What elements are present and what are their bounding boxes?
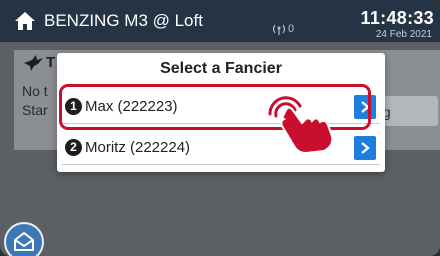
top-bar: BENZING M3 @ Loft 0 11:48:33 24 Feb 2021: [0, 0, 440, 42]
signal-indicator: 0: [272, 22, 294, 36]
dialog-title: Select a Fancier: [160, 60, 282, 77]
item-number-badge: 2: [65, 139, 82, 156]
background-text-line2: Star: [22, 102, 48, 118]
select-moritz-button[interactable]: [354, 136, 376, 160]
chevron-right-icon: [361, 101, 370, 113]
fancier-name: Max (222223): [85, 98, 178, 115]
item-number-badge: 1: [65, 98, 82, 115]
floating-action-button[interactable]: [4, 222, 44, 256]
background-heading: T: [46, 54, 56, 71]
background-text-line1: No t: [22, 83, 48, 99]
fancier-name: Moritz (222224): [85, 139, 191, 156]
select-max-button[interactable]: [354, 95, 376, 119]
signal-count: 0: [288, 23, 295, 35]
tap-hand-icon: [268, 96, 334, 154]
device-screen: BENZING M3 @ Loft 0 11:48:33 24 Feb 2021…: [0, 0, 440, 256]
antenna-icon: [272, 24, 286, 35]
chevron-right-icon: [361, 142, 370, 154]
pigeon-icon: [24, 55, 43, 71]
app-title: BENZING M3 @ Loft: [44, 11, 203, 30]
clock-date: 24 Feb 2021: [375, 29, 432, 40]
home-icon[interactable]: [14, 11, 36, 31]
envelope-icon: [14, 231, 34, 251]
clock-time: 11:48:33: [360, 8, 434, 28]
